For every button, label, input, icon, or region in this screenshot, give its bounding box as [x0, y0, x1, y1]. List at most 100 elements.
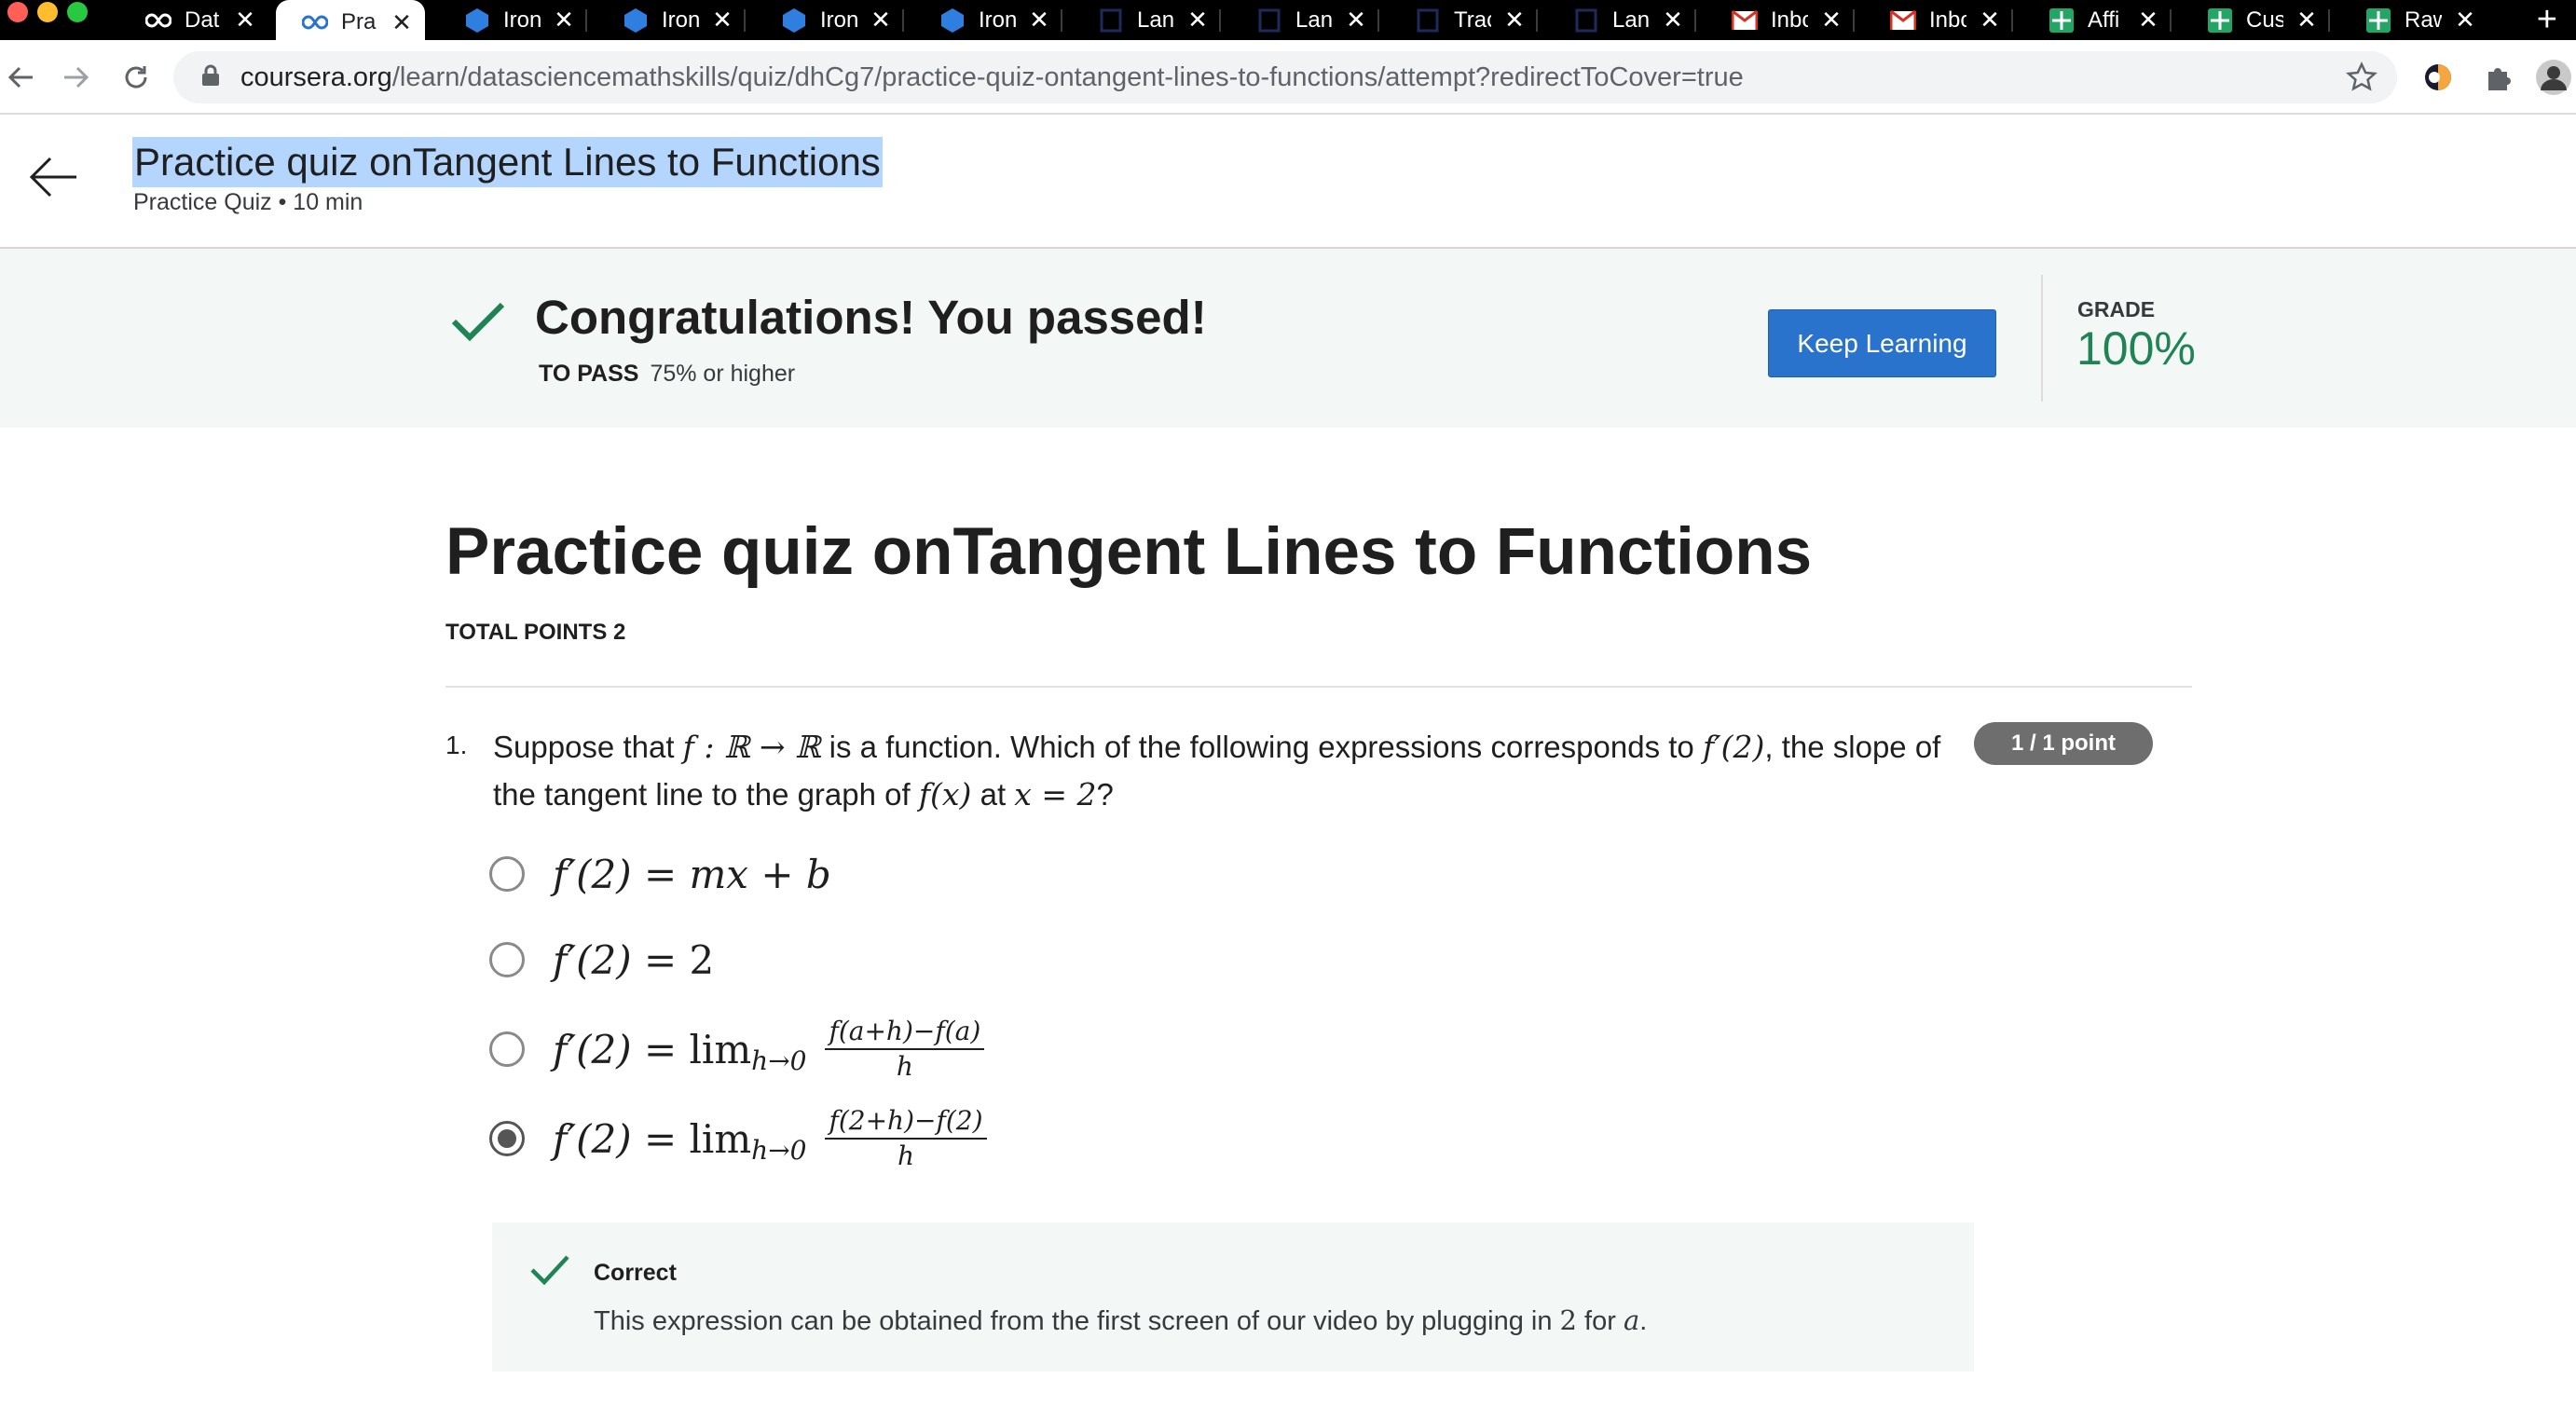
tab-close-icon[interactable]: ✕ [1187, 6, 1208, 34]
window-close-dot[interactable] [7, 2, 28, 22]
browser-tab[interactable]: Dat ✕ [119, 0, 268, 40]
tab-close-icon[interactable]: ✕ [712, 6, 733, 34]
checkmark-icon [451, 301, 505, 347]
divider [445, 686, 2192, 688]
tab-label: Affi [2088, 7, 2120, 33]
option-expression: f′(2) = lim h→0 f(2+h)−f(2) h [553, 1106, 987, 1171]
tab-label: Inbo [1771, 7, 1808, 33]
divider [2041, 275, 2043, 402]
browser-tab[interactable]: Iron ✕ [596, 0, 746, 40]
forward-button[interactable] [56, 57, 97, 98]
extensions-puzzle-icon[interactable] [2479, 59, 2516, 96]
tab-label: Trac [1454, 7, 1491, 33]
tab-label: Lan [1137, 7, 1174, 33]
browser-tab[interactable]: Iron ✕ [438, 0, 587, 40]
feedback-status: Correct [594, 1260, 677, 1286]
tab-close-icon[interactable]: ✕ [1029, 6, 1049, 34]
sheets-icon [2365, 7, 2391, 34]
doc-icon [1098, 7, 1124, 34]
lock-icon [201, 64, 220, 91]
tab-close-icon[interactable]: ✕ [1663, 6, 1683, 34]
doc-icon [1415, 7, 1441, 34]
tab-label: Raw [2405, 7, 2442, 33]
tab-label: Iron [503, 7, 541, 33]
tab-close-icon[interactable]: ✕ [870, 6, 891, 34]
tab-close-icon[interactable]: ✕ [554, 6, 574, 34]
answer-option[interactable]: f′(2) = mx + b [489, 846, 831, 902]
tab-label: Dat [185, 7, 220, 33]
browser-tab[interactable]: Lan ✕ [1547, 0, 1696, 40]
tab-close-icon[interactable]: ✕ [235, 6, 255, 34]
question-number: 1. [445, 730, 468, 759]
url-text: coursera.org/learn/datasciencemathskills… [240, 62, 1744, 93]
grade-label: GRADE [2077, 297, 2156, 321]
browser-tab-active[interactable]: Pra ✕ [276, 0, 425, 45]
bookmark-star-icon[interactable] [2345, 61, 2378, 99]
url-path: /learn/datasciencemathskills/quiz/dhCg7/… [391, 61, 1744, 92]
coursera-icon [302, 9, 328, 35]
radio-button[interactable] [489, 942, 525, 977]
browser-tab[interactable]: Cus ✕ [2181, 0, 2330, 40]
browser-tab-strip: Dat ✕ Pra ✕ Iron ✕ Iron ✕ Iron ✕ Iron ✕ … [0, 0, 2576, 45]
tab-label: Lan [1612, 7, 1650, 33]
result-banner: Congratulations! You passed! TO PASS 75% … [0, 249, 2576, 428]
back-arrow-icon[interactable] [28, 156, 78, 203]
browser-tab[interactable]: Affi ✕ [2022, 0, 2172, 40]
answer-option[interactable]: f′(2) = 2 [489, 932, 714, 988]
back-button[interactable] [0, 57, 41, 98]
tab-label: Cus [2246, 7, 2283, 33]
browser-tab[interactable]: Lan ✕ [1072, 0, 1221, 40]
tab-label: Iron [662, 7, 699, 33]
browser-tab[interactable]: Raw ✕ [2339, 0, 2488, 40]
browser-tab[interactable]: Inbo ✕ [1706, 0, 1855, 40]
to-pass-info: TO PASS 75% or higher [539, 361, 795, 388]
answer-option[interactable]: f′(2) = lim h→0 f(a+h)−f(a) h [489, 1012, 985, 1086]
question-text: Suppose that f : ℝ → ℝ is a function. Wh… [493, 729, 1941, 812]
reload-icon [125, 66, 147, 89]
window-zoom-dot[interactable] [67, 2, 88, 22]
to-pass-label: TO PASS [539, 361, 639, 387]
answer-option-selected[interactable]: f′(2) = lim h→0 f(2+h)−f(2) h [489, 1101, 987, 1176]
tab-close-icon[interactable]: ✕ [2296, 6, 2317, 34]
window-minimize-dot[interactable] [37, 2, 58, 22]
reload-button[interactable] [116, 57, 157, 98]
extension-icon[interactable] [2419, 59, 2457, 96]
keep-learning-button[interactable]: Keep Learning [1768, 309, 1996, 377]
tab-close-icon[interactable]: ✕ [1346, 6, 1366, 34]
radio-button-checked[interactable] [489, 1121, 525, 1156]
tab-close-icon[interactable]: ✕ [2138, 6, 2158, 34]
item-header: Practice quiz onTangent Lines to Functio… [0, 115, 2576, 249]
tab-label: Lan [1295, 7, 1333, 33]
doc-icon [1256, 7, 1282, 34]
ironhack-icon [623, 7, 649, 34]
tab-close-icon[interactable]: ✕ [1821, 6, 1842, 34]
pass-message: Congratulations! You passed! [535, 291, 1207, 344]
forward-arrow-icon [64, 66, 89, 89]
new-tab-button[interactable]: + [2537, 0, 2557, 40]
tab-close-icon[interactable]: ✕ [1504, 6, 1525, 34]
coursera-icon [145, 7, 171, 34]
browser-tab[interactable]: Trac ✕ [1389, 0, 1538, 40]
radio-button[interactable] [489, 856, 525, 892]
feedback-text: This expression can be obtained from the… [594, 1304, 1648, 1336]
item-subtitle: Practice Quiz • 10 min [133, 189, 363, 215]
url-host: coursera.org [240, 61, 392, 92]
browser-tab[interactable]: Inbo ✕ [1864, 0, 2013, 40]
fraction: f(2+h)−f(2) h [825, 1106, 987, 1171]
tab-close-icon[interactable]: ✕ [391, 8, 412, 37]
gmail-icon [1732, 7, 1758, 34]
item-title: Practice quiz onTangent Lines to Functio… [132, 137, 883, 187]
profile-avatar[interactable] [2535, 59, 2572, 96]
option-expression: f′(2) = 2 [553, 936, 715, 983]
radio-button[interactable] [489, 1031, 525, 1067]
browser-tab[interactable]: Iron ✕ [755, 0, 904, 40]
ironhack-icon [464, 7, 490, 34]
browser-tab[interactable]: Lan ✕ [1230, 0, 1379, 40]
tab-close-icon[interactable]: ✕ [2455, 6, 2475, 34]
tab-close-icon[interactable]: ✕ [1980, 6, 2000, 34]
option-expression: f′(2) = mx + b [553, 851, 831, 897]
tab-label: Inbo [1929, 7, 1966, 33]
address-bar[interactable]: coursera.org/learn/datasciencemathskills… [173, 51, 2397, 103]
grade-value: 100% [2076, 322, 2196, 375]
browser-tab[interactable]: Iron ✕ [913, 0, 1062, 40]
